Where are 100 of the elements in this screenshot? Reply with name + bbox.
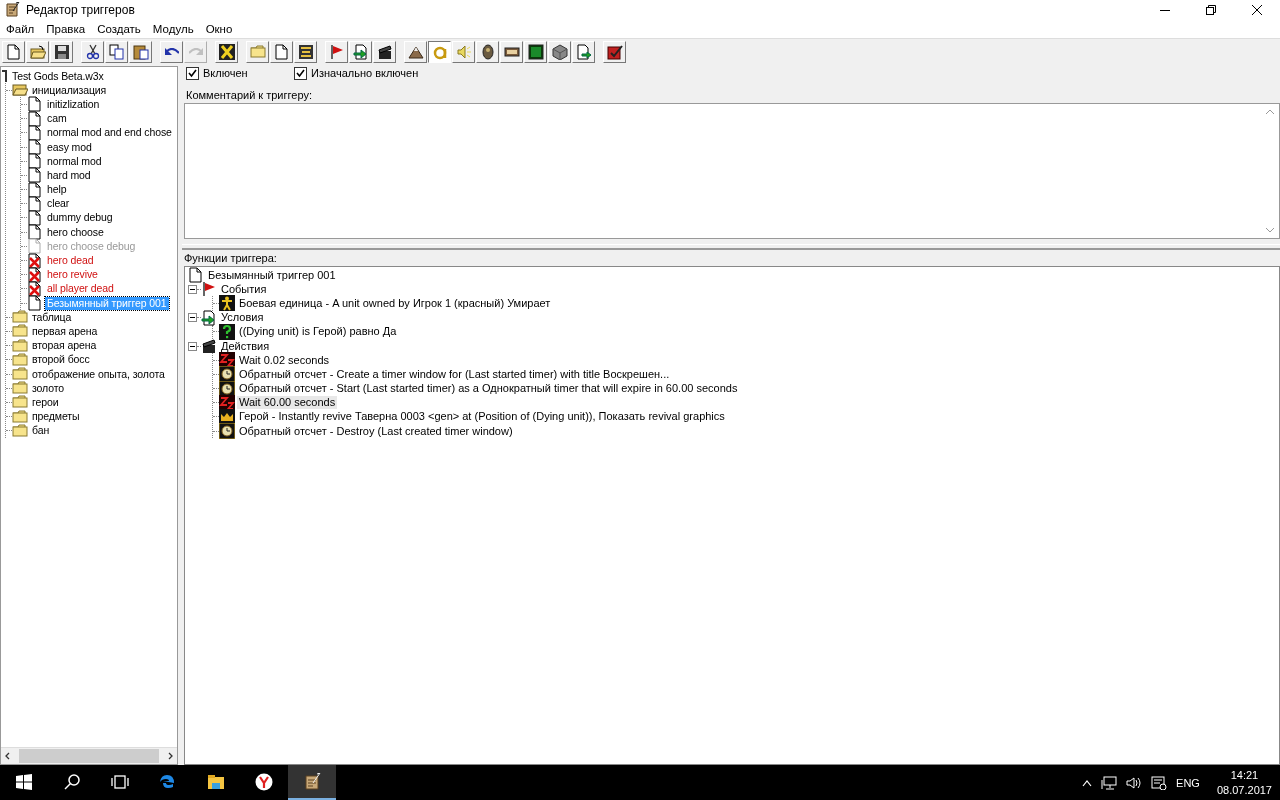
page-icon <box>27 153 43 170</box>
function-item[interactable]: ((Dying unit) is Герой) равно Да <box>237 325 399 339</box>
comment-field[interactable] <box>184 103 1280 239</box>
ring-icon <box>431 44 448 60</box>
trigger-label[interactable]: cam <box>45 112 69 126</box>
trigger-label[interactable]: normal mod and end chose <box>45 126 174 140</box>
trigger-label[interactable]: initizlization <box>45 97 102 111</box>
checkbox-label[interactable]: Включен <box>203 67 248 79</box>
trigger-label[interactable]: dummy debug <box>45 211 115 225</box>
tree-root-label[interactable]: Test Gods Beta.w3x <box>10 69 106 83</box>
function-group-label[interactable]: События <box>219 282 269 296</box>
functions-label: Функции триггера: <box>184 252 278 264</box>
flag-icon <box>201 281 217 298</box>
function-item[interactable]: Wait 0.02 seconds <box>237 353 332 367</box>
page-icon <box>27 110 43 127</box>
scissors-icon <box>84 44 101 60</box>
check-icon <box>188 68 197 78</box>
page-icon <box>273 44 290 60</box>
trigger-title: Безымянный триггер 001 <box>207 268 337 282</box>
page-icon <box>27 209 43 226</box>
folder-label[interactable]: отображение опыта, золота <box>30 367 167 381</box>
folder-label[interactable]: герои <box>30 395 61 409</box>
page-icon <box>27 224 43 241</box>
folder-label[interactable]: инициализация <box>30 83 109 97</box>
page-arrow-icon <box>352 44 369 60</box>
folder-icon <box>12 337 28 354</box>
scroll-down-icon[interactable] <box>1265 226 1275 234</box>
mountain-icon <box>407 44 424 60</box>
trigger-label[interactable]: clear <box>45 197 72 211</box>
trigger-label[interactable]: hero revive <box>45 268 100 282</box>
page-icon <box>5 44 22 60</box>
speaker-icon <box>455 44 472 60</box>
chevron-up-icon[interactable] <box>1082 778 1093 787</box>
clock-date: 08.07.2017 <box>1216 782 1272 798</box>
function-item[interactable]: Wait 60.00 seconds <box>237 396 338 410</box>
folder-icon <box>12 351 28 368</box>
volume-icon[interactable] <box>1126 775 1143 790</box>
page-icon <box>27 295 43 312</box>
function-item[interactable]: Обратный отсчет - Destroy (Last created timer window) <box>237 424 515 438</box>
clapperboard-icon <box>376 44 393 60</box>
function-item[interactable]: Боевая единица - A unit owned by Игрок 1 (красный) Умирает <box>237 296 553 310</box>
page-icon <box>27 167 43 184</box>
round-y-icon <box>255 772 273 791</box>
clipboard-icon <box>132 44 149 60</box>
collapse-icon[interactable] <box>188 284 197 294</box>
folder-icon <box>12 380 28 397</box>
collapse-icon[interactable] <box>188 313 197 323</box>
folder-icon <box>207 772 225 791</box>
menu-item[interactable]: Модуль <box>146 23 200 35</box>
function-group-label[interactable]: Условия <box>219 311 266 325</box>
menu-item[interactable]: Создать <box>91 23 147 35</box>
folder-label[interactable]: предметы <box>30 410 82 424</box>
folder-icon <box>12 323 28 340</box>
scroll-icon <box>4 2 20 18</box>
network-icon[interactable] <box>1101 775 1118 790</box>
trigger-label[interactable]: hero choose <box>45 225 106 239</box>
function-group-label[interactable]: Действия <box>219 339 272 353</box>
board-icon <box>527 44 544 60</box>
folder-label[interactable]: таблица <box>30 310 74 324</box>
page-arrow-icon <box>575 44 592 60</box>
checkbox[interactable] <box>294 66 307 80</box>
function-item[interactable]: Обратный отсчет - Create a timer window for (Last started timer) with title Воскрешен... <box>237 367 672 381</box>
folder-label[interactable]: вторая арена <box>30 339 99 353</box>
menu-item[interactable]: Файл <box>0 23 41 35</box>
scroll-up-icon[interactable] <box>1265 108 1275 116</box>
window-title: Редактор триггеров <box>26 3 135 17</box>
language-indicator[interactable]: ENG <box>1176 776 1200 789</box>
folder-label[interactable]: второй босс <box>30 353 92 367</box>
scroll-icon <box>303 772 321 791</box>
checkbox[interactable] <box>186 66 199 80</box>
panel-icon <box>503 44 520 60</box>
trigger-label[interactable]: help <box>45 183 69 197</box>
windows-logo-icon <box>16 773 32 790</box>
clock-icon <box>219 366 235 383</box>
comment-label: Комментарий к триггеру: <box>186 89 313 101</box>
figure-icon <box>219 295 235 312</box>
folder-label[interactable]: бан <box>30 424 52 438</box>
trigger-label[interactable]: all player dead <box>45 282 116 296</box>
trigger-label[interactable]: hero dead <box>45 254 96 268</box>
notification-icon[interactable] <box>1151 775 1168 790</box>
trigger-label[interactable]: normal mod <box>45 154 104 168</box>
trigger-label[interactable]: easy mod <box>45 140 94 154</box>
horizontal-scrollbar[interactable] <box>1 747 177 764</box>
clock[interactable]: 14:21 08.07.2017 <box>1216 767 1272 798</box>
folder-label[interactable]: золото <box>30 381 67 395</box>
task-view-icon <box>111 772 129 791</box>
browser-e-icon <box>159 772 177 791</box>
folder-label[interactable]: первая арена <box>30 324 100 338</box>
trigger-label[interactable]: hard mod <box>45 168 93 182</box>
menu-item[interactable]: Окно <box>199 23 239 35</box>
page-arrow-icon <box>201 309 217 326</box>
page-error-icon <box>27 252 43 269</box>
function-item[interactable]: Обратный отсчет - Start (Last started timer) as a Однократный timer that will expire in 60.00 seconds <box>237 382 740 396</box>
floppy-icon <box>53 44 70 60</box>
menu-item[interactable]: Правка <box>40 23 92 35</box>
function-item[interactable]: Герой - Instantly revive Таверна 0003 <gen> at (Position of (Dying unit)), Показать revival graphics <box>237 410 727 424</box>
checkbox-label[interactable]: Изначально включен <box>311 67 419 79</box>
open-folder-icon <box>12 82 28 99</box>
figure-icon <box>479 44 496 60</box>
collapse-icon[interactable] <box>188 341 197 351</box>
